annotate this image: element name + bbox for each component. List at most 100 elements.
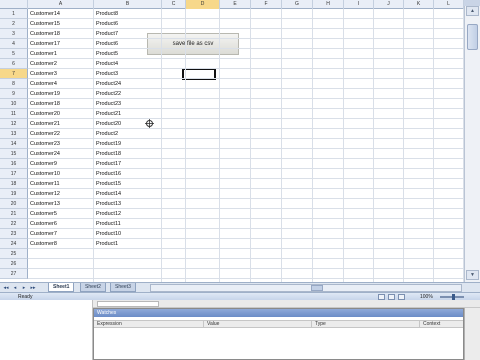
row-header-5[interactable]: 5 — [0, 49, 28, 59]
grid-vline — [373, 9, 374, 282]
status-bar: Ready 100% — [0, 292, 480, 300]
row-header-22[interactable]: 22 — [0, 219, 28, 229]
row-header-7[interactable]: 7 — [0, 69, 28, 79]
row-header-16[interactable]: 16 — [0, 159, 28, 169]
grid-hline — [28, 148, 464, 149]
grid-vline — [161, 9, 162, 282]
watch-col-context[interactable]: Context — [420, 321, 463, 328]
grid-vline — [185, 9, 186, 282]
split-box[interactable] — [464, 0, 480, 6]
grid-vline — [281, 9, 282, 282]
row-header-6[interactable]: 6 — [0, 59, 28, 69]
row-header-27[interactable]: 27 — [0, 269, 28, 279]
grid-hline — [28, 188, 464, 189]
row-header-8[interactable]: 8 — [0, 79, 28, 89]
horizontal-scrollbar[interactable] — [150, 284, 462, 292]
column-header-d[interactable]: D — [186, 0, 220, 9]
row-header-1[interactable]: 1 — [0, 9, 28, 19]
row-header-14[interactable]: 14 — [0, 139, 28, 149]
vertical-scrollbar[interactable]: ▲ ▼ — [464, 0, 480, 282]
column-header-k[interactable]: K — [404, 0, 434, 9]
row-header-15[interactable]: 15 — [0, 149, 28, 159]
row-header-24[interactable]: 24 — [0, 239, 28, 249]
grid-hline — [28, 198, 464, 199]
grid-vline — [403, 9, 404, 282]
tab-sheet2[interactable]: Sheet2 — [80, 283, 106, 292]
grid-hline — [28, 208, 464, 209]
watches-column-headers: Expression Value Type Context — [94, 320, 463, 328]
grid-hline — [28, 108, 464, 109]
horizontal-scroll-thumb[interactable] — [311, 285, 323, 291]
grid-hline — [28, 68, 464, 69]
tab-sheet3[interactable]: Sheet3 — [110, 283, 136, 292]
watch-col-type[interactable]: Type — [312, 321, 420, 328]
row-header-12[interactable]: 12 — [0, 119, 28, 129]
column-header-l[interactable]: L — [434, 0, 464, 9]
column-header-b[interactable]: B — [94, 0, 162, 9]
row-header-3[interactable]: 3 — [0, 29, 28, 39]
grid-hline — [28, 228, 464, 229]
row-header-21[interactable]: 21 — [0, 209, 28, 219]
grid-hline — [28, 278, 464, 279]
next-sheet-nav-icon[interactable]: ▸ — [20, 284, 28, 292]
row-header-9[interactable]: 9 — [0, 89, 28, 99]
grid-vline — [250, 9, 251, 282]
row-header-23[interactable]: 23 — [0, 229, 28, 239]
vba-side-scrollbar[interactable] — [464, 308, 480, 360]
watch-col-expression[interactable]: Expression — [94, 321, 204, 328]
grid-hline — [28, 128, 464, 129]
grid-hline — [28, 88, 464, 89]
tab-sheet1[interactable]: Sheet1 — [48, 283, 75, 292]
grid-hline — [28, 238, 464, 239]
vba-project-panel[interactable] — [0, 300, 93, 360]
row-header-20[interactable]: 20 — [0, 199, 28, 209]
last-sheet-nav-icon[interactable]: ▸▸ — [29, 284, 37, 292]
grid-vline — [219, 9, 220, 282]
excel-window: ABCDEFGHIJKL 1 2 3 4 5 6 7 8 9 10 11 12 13 14 15 16 17 18… — [0, 0, 480, 360]
column-headers: ABCDEFGHIJKL — [0, 0, 464, 9]
prev-sheet-nav-icon[interactable]: ◂ — [11, 284, 19, 292]
grid-hline — [28, 248, 464, 249]
column-header-c[interactable]: C — [162, 0, 186, 9]
column-header-j[interactable]: J — [374, 0, 404, 9]
watches-title: Watches — [94, 309, 463, 317]
grid-vline — [343, 9, 344, 282]
row-header-2[interactable]: 2 — [0, 19, 28, 29]
row-header-4[interactable]: 4 — [0, 39, 28, 49]
row-header-18[interactable]: 18 — [0, 179, 28, 189]
grid-hline — [28, 138, 464, 139]
scroll-up-icon[interactable]: ▲ — [466, 6, 479, 16]
row-header-11[interactable]: 11 — [0, 109, 28, 119]
grid-hline — [28, 38, 464, 39]
watch-col-value[interactable]: Value — [204, 321, 312, 328]
column-header-i[interactable]: I — [344, 0, 374, 9]
sheet-tab-bar: ◂◂ ◂ ▸ ▸▸ Sheet1 Sheet2 Sheet3 — [0, 282, 480, 292]
vba-toolbar-strip — [93, 300, 480, 308]
scroll-down-icon[interactable]: ▼ — [466, 270, 479, 280]
first-sheet-nav-icon[interactable]: ◂◂ — [2, 284, 10, 292]
column-header-a[interactable]: A — [28, 0, 94, 9]
grid-hline — [28, 168, 464, 169]
column-header-g[interactable]: G — [282, 0, 313, 9]
grid-vline — [93, 9, 94, 282]
row-header-17[interactable]: 17 — [0, 169, 28, 179]
select-all-corner[interactable] — [0, 0, 28, 9]
vertical-scroll-thumb[interactable] — [467, 24, 478, 50]
row-header-25[interactable]: 25 — [0, 249, 28, 259]
grid-hline — [28, 78, 464, 79]
row-header-13[interactable]: 13 — [0, 129, 28, 139]
row-header-19[interactable]: 19 — [0, 189, 28, 199]
grid-hline — [28, 58, 464, 59]
worksheet[interactable]: ABCDEFGHIJKL 1 2 3 4 5 6 7 8 9 10 11 12 13 14 15 16 17 18… — [0, 0, 464, 282]
watches-window[interactable]: Watches Expression Value Type Context — [93, 308, 464, 360]
grid-vline — [312, 9, 313, 282]
column-header-h[interactable]: H — [313, 0, 344, 9]
grid-hline — [28, 28, 464, 29]
row-header-26[interactable]: 26 — [0, 259, 28, 269]
vba-strip-field[interactable] — [97, 301, 159, 307]
column-header-f[interactable]: F — [251, 0, 282, 9]
column-header-e[interactable]: E — [220, 0, 251, 9]
grid-hline — [28, 268, 464, 269]
row-header-10[interactable]: 10 — [0, 99, 28, 109]
grid-hline — [28, 118, 464, 119]
